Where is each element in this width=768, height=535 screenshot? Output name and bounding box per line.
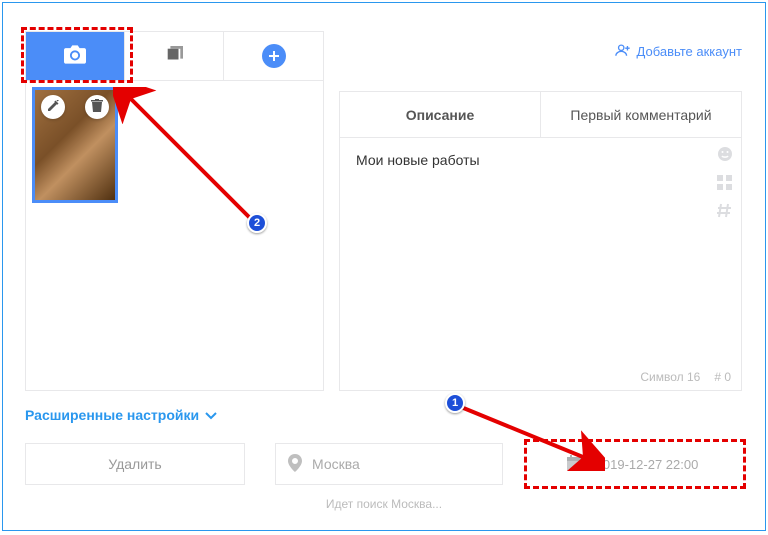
camera-icon [64, 45, 86, 67]
chevron-down-icon [205, 407, 217, 423]
date-field[interactable]: 2019-12-27 22:00 [523, 443, 741, 485]
user-plus-icon [615, 43, 631, 60]
add-account-label: Добавьте аккаунт [637, 44, 742, 59]
annotation-badge-2: 2 [247, 213, 267, 233]
tab-first-comment[interactable]: Первый комментарий [540, 92, 741, 137]
advanced-settings-link[interactable]: Расширенные настройки [25, 407, 217, 423]
advanced-settings-label: Расширенные настройки [25, 407, 199, 423]
description-tabs: Описание Первый комментарий [340, 92, 741, 138]
description-footer: Символ 16 # 0 [640, 370, 731, 384]
stack-icon [165, 46, 183, 67]
tab-comment-label: Первый комментарий [570, 107, 711, 123]
hash-count: # 0 [714, 370, 731, 384]
thumbnail-edit-button[interactable] [41, 95, 65, 119]
description-card: Описание Первый комментарий Мои новые ра… [339, 91, 742, 391]
search-status: Идет поиск Москва... [3, 497, 765, 511]
char-count: Символ 16 [640, 370, 700, 384]
emoji-icon[interactable] [717, 146, 733, 165]
hash-icon[interactable] [717, 203, 733, 221]
tab-gallery[interactable] [125, 32, 224, 80]
location-pin-icon [288, 454, 302, 475]
pencil-icon [47, 100, 59, 115]
media-thumbnail[interactable] [32, 87, 118, 203]
thumbnail-delete-button[interactable] [85, 95, 109, 119]
add-account-link[interactable]: Добавьте аккаунт [615, 43, 742, 60]
trash-icon [91, 99, 103, 115]
description-text: Мои новые работы [356, 152, 480, 168]
delete-button[interactable]: Удалить [25, 443, 245, 485]
location-value: Москва [312, 456, 360, 472]
location-input[interactable]: Москва [275, 443, 503, 485]
calendar-icon [566, 454, 584, 475]
tab-camera[interactable] [26, 32, 125, 80]
delete-button-label: Удалить [108, 456, 161, 472]
details-panel: Добавьте аккаунт Описание Первый коммент… [339, 31, 742, 391]
plus-circle-icon [262, 44, 286, 68]
annotation-badge-1: 1 [445, 393, 465, 413]
tab-description[interactable]: Описание [340, 92, 540, 137]
description-body[interactable]: Мои новые работы Символ 16 # 0 [340, 138, 741, 390]
media-panel [25, 31, 324, 391]
media-tab-row [26, 32, 323, 81]
date-value: 2019-12-27 22:00 [596, 457, 699, 472]
grid-icon[interactable] [717, 175, 733, 193]
bottom-action-row: Удалить Москва 2019-12-27 22:00 [25, 443, 741, 485]
app-frame: Добавьте аккаунт Описание Первый коммент… [2, 2, 766, 531]
tab-add[interactable] [224, 32, 323, 80]
tab-description-label: Описание [406, 107, 475, 123]
description-side-icons [717, 146, 733, 221]
